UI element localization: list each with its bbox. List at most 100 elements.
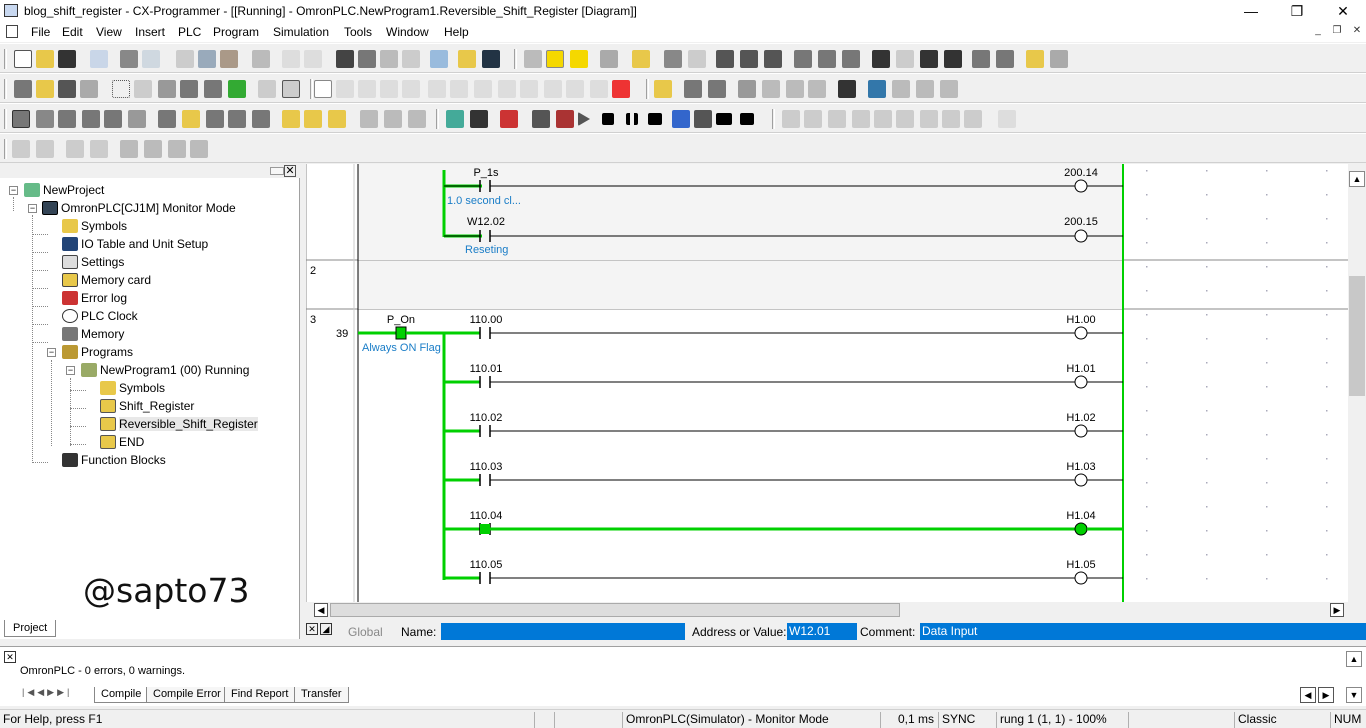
toolbar-grip[interactable] xyxy=(310,79,313,99)
fb-icon-6[interactable] xyxy=(896,110,914,128)
scroll-thumb[interactable] xyxy=(330,603,900,617)
print-icon[interactable] xyxy=(120,50,138,68)
transfer-icon[interactable] xyxy=(664,50,682,68)
tree-item-new-program[interactable]: NewProgram1 (00) Running xyxy=(81,362,249,380)
tab-find-report[interactable]: Find Report xyxy=(224,687,296,703)
project-workspace-icon[interactable] xyxy=(12,110,30,128)
toolbar-grip[interactable] xyxy=(514,49,517,69)
rung-annotation-icon[interactable] xyxy=(158,80,176,98)
global-label[interactable]: Global xyxy=(348,625,383,639)
undo-icon[interactable] xyxy=(282,50,300,68)
fast-forward-icon[interactable] xyxy=(716,113,732,125)
new-pt-icon[interactable] xyxy=(544,80,562,98)
step-into-icon[interactable] xyxy=(672,110,690,128)
namebar-expand-icon[interactable]: ◢ xyxy=(320,623,332,635)
scroll-right-icon[interactable]: ▶ xyxy=(1330,603,1344,617)
minimize-button[interactable]: — xyxy=(1228,0,1274,22)
tree-item-error-log[interactable]: Error log xyxy=(62,290,127,308)
fb-icon-2[interactable] xyxy=(804,110,822,128)
new-instruction-icon[interactable] xyxy=(520,80,538,98)
name-field[interactable] xyxy=(441,623,685,640)
tree-item-reversible-shift-register[interactable]: Reversible_Shift_Register xyxy=(100,416,258,434)
force-cancel-icon[interactable] xyxy=(842,50,860,68)
address-reference-tool-icon[interactable] xyxy=(82,110,100,128)
tree-item-plc-clock[interactable]: PLC Clock xyxy=(62,308,138,326)
tool-d-icon[interactable] xyxy=(190,140,208,158)
open-folder-icon[interactable] xyxy=(36,50,54,68)
toolbar-grip[interactable] xyxy=(4,79,7,99)
menu-plc[interactable]: PLC xyxy=(178,25,201,39)
menu-window[interactable]: Window xyxy=(386,25,429,39)
pause-monitor-icon[interactable] xyxy=(688,50,706,68)
toolbar-grip[interactable] xyxy=(4,139,7,159)
cross-ref-report-icon[interactable] xyxy=(128,110,146,128)
online-edit-cancel-icon[interactable] xyxy=(684,80,702,98)
fb-icon-9[interactable] xyxy=(964,110,982,128)
print-preview-icon[interactable] xyxy=(90,50,108,68)
program-comment-icon[interactable] xyxy=(228,80,246,98)
display-10-signed-icon[interactable] xyxy=(304,110,322,128)
online-simulator-icon[interactable] xyxy=(546,50,564,68)
memory-window-icon[interactable] xyxy=(868,80,886,98)
paste-icon[interactable] xyxy=(220,50,238,68)
ct-icon[interactable] xyxy=(282,80,300,98)
page-setup-icon[interactable] xyxy=(142,50,160,68)
breakpoint-icon[interactable] xyxy=(556,110,574,128)
info-icon[interactable] xyxy=(430,50,448,68)
compare-icon[interactable] xyxy=(716,50,734,68)
new-pt-or-icon[interactable] xyxy=(566,80,584,98)
save-icon[interactable] xyxy=(58,50,76,68)
online-icon[interactable] xyxy=(524,50,542,68)
menu-help[interactable]: Help xyxy=(444,25,469,39)
new-closed-coil-icon[interactable] xyxy=(498,80,516,98)
tool-c-icon[interactable] xyxy=(168,140,186,158)
tree-item-program-symbols[interactable]: Symbols xyxy=(100,380,165,398)
menu-simulation[interactable]: Simulation xyxy=(273,25,329,39)
tree-item-plc[interactable]: OmronPLC[CJ1M] Monitor Mode xyxy=(42,200,236,218)
grid-icon[interactable] xyxy=(112,80,130,98)
change-value-icon[interactable] xyxy=(944,50,962,68)
tree-item-end[interactable]: END xyxy=(100,434,144,452)
delete-line-icon[interactable] xyxy=(612,80,630,98)
fb-icon-8[interactable] xyxy=(942,110,960,128)
new-contact-icon[interactable] xyxy=(336,80,354,98)
simulator-settings-icon[interactable] xyxy=(470,110,488,128)
step-out-icon[interactable] xyxy=(408,110,426,128)
protect-icon[interactable] xyxy=(1026,50,1044,68)
collapse-icon[interactable]: − xyxy=(9,186,18,195)
simulator-break-icon[interactable] xyxy=(500,110,518,128)
vertical-line-icon[interactable] xyxy=(428,80,446,98)
list-edit-icon[interactable] xyxy=(90,140,108,158)
force-on-icon[interactable] xyxy=(794,50,812,68)
fb-icon-10[interactable] xyxy=(998,110,1016,128)
upload-icon[interactable] xyxy=(764,50,782,68)
zoom-in-icon[interactable] xyxy=(36,80,54,98)
mdi-restore-button[interactable]: ❐ xyxy=(1330,25,1344,38)
new-file-icon[interactable] xyxy=(14,50,32,68)
step-in-icon[interactable] xyxy=(360,110,378,128)
paste-special-icon[interactable] xyxy=(252,50,270,68)
tree-item-function-blocks[interactable]: Function Blocks xyxy=(62,452,166,470)
mdi-close-button[interactable]: ✕ xyxy=(1350,25,1364,38)
address-reference-icon[interactable] xyxy=(402,50,420,68)
output-scroll-down-icon[interactable]: ▼ xyxy=(1346,687,1362,703)
tree-item-programs[interactable]: Programs xyxy=(62,344,133,362)
tree-item-shift-register[interactable]: Shift_Register xyxy=(100,398,194,416)
step-over-icon[interactable] xyxy=(384,110,402,128)
fb-icon-5[interactable] xyxy=(874,110,892,128)
collapse-icon[interactable]: − xyxy=(28,204,37,213)
output-hscroll-left-icon[interactable]: ◀ xyxy=(1300,687,1316,703)
context-help-icon[interactable] xyxy=(482,50,500,68)
step-over-run-icon[interactable] xyxy=(694,110,712,128)
output-window-icon[interactable] xyxy=(36,110,54,128)
ladder-diagram[interactable]: P_1s 1.0 second cl... 200.14 W12.02 Rese… xyxy=(306,164,1348,602)
menu-insert[interactable]: Insert xyxy=(135,25,165,39)
watch-window-icon[interactable] xyxy=(838,80,856,98)
stop-icon[interactable] xyxy=(602,113,614,125)
outdent-icon[interactable] xyxy=(12,140,30,158)
output-tab-scroll[interactable]: |◀◀▶▶| xyxy=(22,687,92,703)
ladder-view-icon[interactable] xyxy=(158,110,176,128)
tree-item-memory-card[interactable]: Memory card xyxy=(62,272,151,290)
workspace-dropdown-icon[interactable] xyxy=(270,167,284,175)
mdi-minimize-button[interactable]: _ xyxy=(1311,25,1325,38)
